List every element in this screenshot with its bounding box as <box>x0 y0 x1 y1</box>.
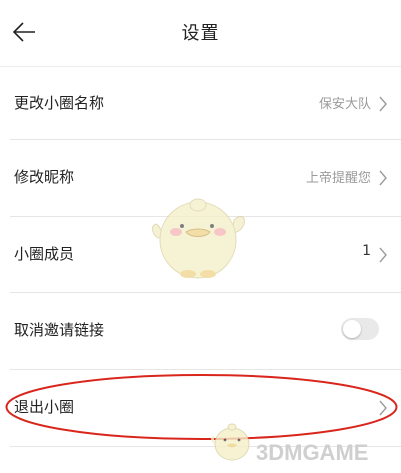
row-label-nickname: 修改昵称 <box>14 168 75 186</box>
row-cancel-invite-link: 取消邀请链接 <box>0 293 401 369</box>
top-bar: 设置 <box>0 0 401 66</box>
row-label-members: 小圈成员 <box>14 245 75 263</box>
chevron-right-icon <box>379 247 387 263</box>
chevron-right-icon <box>379 400 387 416</box>
nickname-value: 上帝提醒您 <box>305 171 371 186</box>
member-count: 1 <box>362 243 371 259</box>
row-label-group-name: 更改小圈名称 <box>14 94 105 112</box>
group-name-value: 保安大队 <box>318 97 371 112</box>
chevron-right-icon <box>379 96 387 112</box>
row-members[interactable]: 小圈成员 1 <box>0 217 401 293</box>
row-label-cancel-invite: 取消邀请链接 <box>14 321 105 339</box>
toggle-knob <box>343 320 361 338</box>
divider <box>10 446 401 447</box>
row-leave-group[interactable]: 退出小圈 <box>0 370 401 446</box>
row-label-leave-group: 退出小圈 <box>14 398 75 416</box>
page-title: 设置 <box>181 23 220 44</box>
cancel-invite-toggle[interactable] <box>341 318 379 340</box>
row-group-name[interactable]: 更改小圈名称 保安大队 <box>0 66 401 142</box>
chevron-right-icon <box>379 170 387 186</box>
row-nickname[interactable]: 修改昵称 上帝提醒您 <box>0 140 401 216</box>
